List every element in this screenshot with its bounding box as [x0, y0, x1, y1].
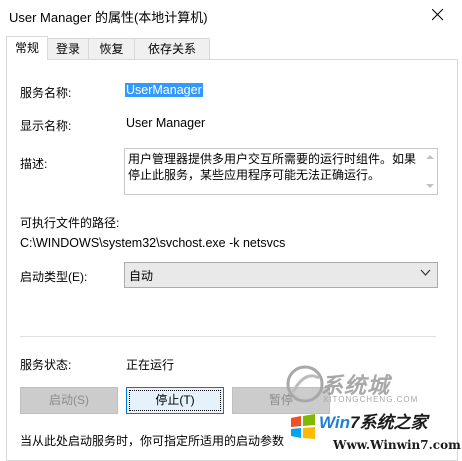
- properties-dialog: User Manager 的属性(本地计算机) 常规 登录 恢复 依存关系 服务…: [0, 0, 462, 461]
- description-scrollbar[interactable]: [423, 149, 437, 194]
- display-name-value[interactable]: User Manager: [126, 116, 205, 130]
- service-name-value[interactable]: UserManager: [125, 83, 203, 97]
- section-divider: [20, 336, 436, 337]
- startup-type-select[interactable]: 自动: [124, 262, 438, 288]
- description-text: 用户管理器提供多用户交互所需要的运行时组件。如果停止此服务，某些应用程序可能无法…: [128, 152, 417, 182]
- tab-dependencies[interactable]: 依存关系: [134, 38, 210, 59]
- path-label: 可执行文件的路径:: [20, 216, 120, 230]
- windows-flag-icon: [291, 414, 315, 439]
- window-title: User Manager 的属性(本地计算机): [9, 10, 208, 25]
- watermark-logo-subtext: XITONGCHENG.COM: [323, 395, 419, 404]
- tab-logon[interactable]: 登录: [47, 38, 89, 59]
- site-watermark: 系统城 XITONGCHENG.COM Win7系统之家 Www.Winwin7…: [283, 362, 462, 460]
- service-status-label: 服务状态:: [20, 358, 72, 372]
- display-name-label: 显示名称:: [20, 119, 72, 133]
- service-status-value: 正在运行: [126, 358, 175, 372]
- focus-rect: [129, 390, 221, 411]
- start-button[interactable]: 启动(S): [20, 387, 118, 414]
- watermark-url: Www.Winwin7.com: [333, 438, 461, 452]
- title-bar: User Manager 的属性(本地计算机): [0, 0, 462, 30]
- description-label: 描述:: [20, 157, 48, 171]
- watermark-brand: Win7系统之家: [319, 408, 427, 433]
- watermark-brand-suffix: 7系统之家: [350, 413, 428, 432]
- close-button[interactable]: [416, 0, 462, 30]
- path-value[interactable]: C:\WINDOWS\system32\svchost.exe -k netsv…: [20, 236, 285, 250]
- scroll-down-arrow-icon[interactable]: [426, 184, 434, 188]
- description-textbox[interactable]: 用户管理器提供多用户交互所需要的运行时组件。如果停止此服务，某些应用程序可能无法…: [124, 148, 438, 195]
- startup-type-label: 启动类型(E):: [20, 270, 88, 284]
- scroll-up-arrow-icon[interactable]: [426, 155, 434, 159]
- chevron-down-icon: [420, 269, 431, 276]
- tab-general[interactable]: 常规: [6, 36, 48, 60]
- tab-strip: 常规 登录 恢复 依存关系: [0, 36, 462, 60]
- tab-recovery[interactable]: 恢复: [88, 38, 135, 59]
- service-name-selection[interactable]: UserManager: [125, 83, 203, 97]
- startup-type-value: 自动: [129, 269, 154, 283]
- watermark-brand-prefix: Win: [319, 413, 351, 432]
- stop-button[interactable]: 停止(T): [126, 387, 224, 414]
- close-icon: [432, 9, 444, 21]
- watermark-logo-icon: [286, 365, 324, 403]
- start-parameters-hint: 当从此处启动服务时，你可指定所适用的启动参数: [20, 434, 285, 448]
- service-name-label: 服务名称:: [20, 86, 72, 100]
